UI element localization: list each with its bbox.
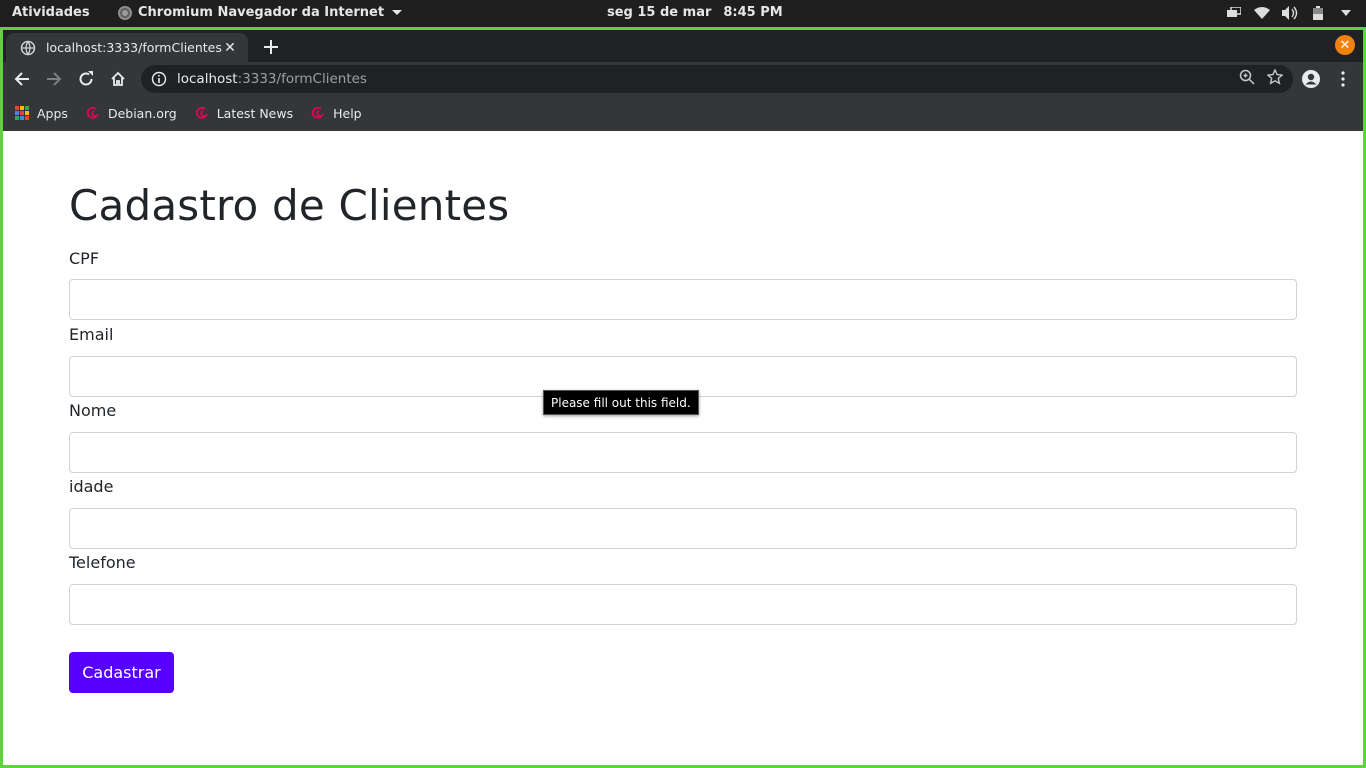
close-icon[interactable]: ✕ [222, 40, 238, 56]
battery-icon[interactable] [1310, 5, 1326, 21]
reload-icon [79, 71, 93, 86]
back-button[interactable] [10, 67, 34, 91]
bookmark-label: Debian.org [107, 105, 177, 121]
bookmarks-bar: Apps Debian.org Latest News Help [3, 95, 1363, 131]
bookmark-label: Help [333, 105, 362, 121]
home-button[interactable] [106, 67, 130, 91]
tab-active[interactable]: localhost:3333/formClientes ✕ [6, 33, 248, 62]
screen-share-icon[interactable] [1226, 5, 1242, 21]
tab-title: localhost:3333/formClientes [46, 40, 222, 55]
url-host: localhost [177, 71, 238, 87]
home-icon [111, 71, 125, 86]
chevron-down-icon[interactable] [1338, 5, 1354, 21]
menu-button[interactable] [1331, 67, 1355, 91]
debian-icon [195, 106, 209, 119]
bookmark-apps[interactable]: Apps [15, 106, 68, 121]
browser-toolbar: localhost:3333/formClientes [3, 62, 1363, 95]
wifi-icon[interactable] [1254, 5, 1270, 21]
volume-icon[interactable] [1282, 5, 1298, 21]
app-menu[interactable]: Chromium Navegador da Internet [118, 5, 403, 20]
bookmark-help[interactable]: Help [311, 106, 362, 121]
email-label: Email [69, 325, 114, 344]
debian-icon [86, 106, 100, 119]
page-title: Cadastro de Clientes [69, 181, 510, 230]
plus-icon [264, 40, 278, 54]
cadastrar-button[interactable]: Cadastrar [69, 652, 174, 693]
page-content: Cadastro de Clientes CPF Email Nome idad… [3, 131, 1363, 765]
clock[interactable]: seg 15 de mar 8:45 PM [607, 5, 783, 20]
arrow-left-icon [14, 72, 29, 86]
address-bar[interactable]: localhost:3333/formClientes [141, 65, 1293, 93]
nome-field[interactable] [69, 432, 1297, 473]
system-tray[interactable] [1226, 5, 1354, 21]
info-icon[interactable] [151, 71, 167, 87]
arrow-right-icon [47, 72, 62, 86]
browser-window: localhost:3333/formClientes ✕ ✕ localhos… [0, 27, 1366, 768]
nome-label: Nome [69, 401, 117, 420]
telefone-label: Telefone [69, 553, 136, 572]
idade-field[interactable] [69, 508, 1297, 549]
bookmark-latest-news[interactable]: Latest News [195, 106, 293, 121]
chevron-down-icon [392, 10, 403, 15]
system-top-bar: Atividades Chromium Navegador da Interne… [0, 0, 1366, 27]
bookmark-label: Apps [37, 105, 68, 121]
validation-tooltip: Please fill out this field. [543, 390, 699, 415]
clock-time: 8:45 PM [723, 5, 783, 20]
debian-icon [312, 106, 325, 119]
telefone-field[interactable] [69, 584, 1297, 625]
app-menu-label: Chromium Navegador da Internet [138, 5, 385, 20]
star-icon[interactable] [1266, 68, 1284, 89]
zoom-icon[interactable] [1239, 69, 1255, 89]
more-vert-icon [1341, 71, 1345, 87]
apps-grid-icon [15, 106, 29, 120]
cpf-label: CPF [69, 249, 100, 268]
activities-button[interactable]: Atividades [12, 5, 90, 20]
forward-button[interactable] [42, 67, 66, 91]
url-path: :3333/formClientes [237, 71, 367, 87]
clock-date: seg 15 de mar [607, 5, 712, 20]
new-tab-button[interactable] [259, 35, 283, 59]
idade-label: idade [69, 477, 114, 496]
bookmark-debian[interactable]: Debian.org [86, 106, 177, 121]
globe-icon [20, 40, 36, 56]
chromium-icon [118, 5, 132, 20]
window-close-button[interactable]: ✕ [1335, 35, 1355, 55]
tab-strip: localhost:3333/formClientes ✕ ✕ [3, 30, 1363, 62]
bookmark-label: Latest News [216, 105, 294, 121]
profile-button[interactable] [1299, 67, 1323, 91]
reload-button[interactable] [74, 67, 98, 91]
cpf-field[interactable] [69, 279, 1297, 320]
account-icon [1302, 70, 1320, 88]
